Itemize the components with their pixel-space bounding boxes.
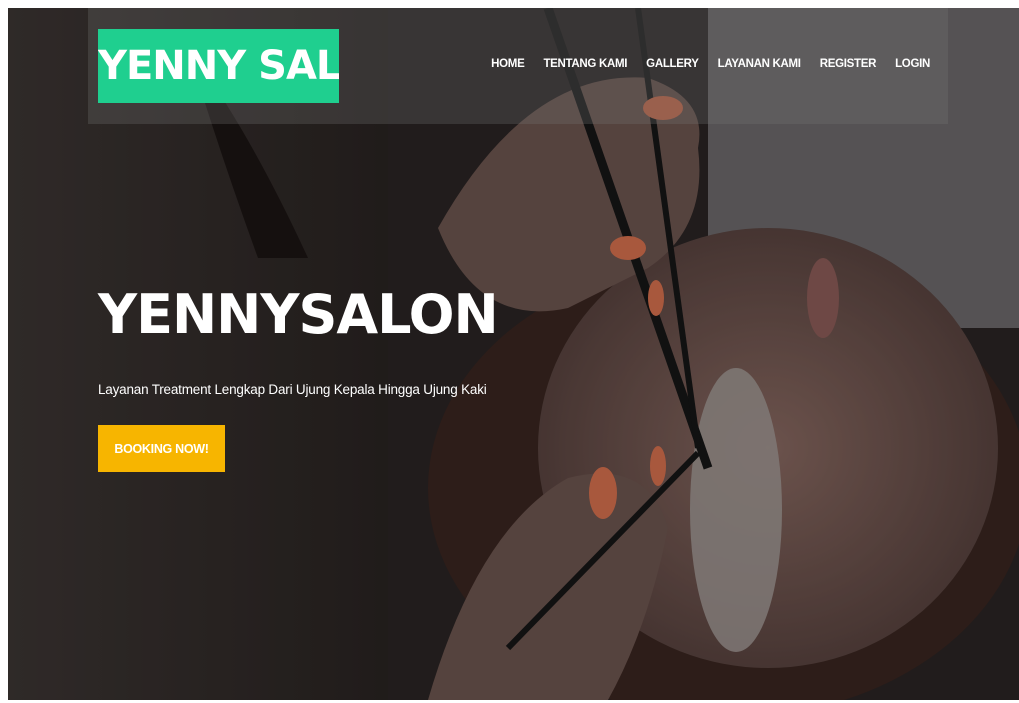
salon-logo[interactable]: YENNY SALON <box>98 29 339 103</box>
nav-tentang-kami-link[interactable]: TENTANG KAMI <box>543 58 627 70</box>
nav-menu: HOME TENTANG KAMI GALLERY LAYANAN KAMI R… <box>491 58 930 70</box>
nav-layanan-kami-link[interactable]: LAYANAN KAMI <box>718 58 801 70</box>
nav-home-link[interactable]: HOME <box>491 58 525 70</box>
hero-subtitle: Layanan Treatment Lengkap Dari Ujung Kep… <box>98 382 487 397</box>
booking-now-button[interactable]: BOOKING NOW! <box>98 425 225 472</box>
top-navbar: YENNY SALON HOME TENTANG KAMI GALLERY LA… <box>88 8 948 124</box>
nav-gallery-link[interactable]: GALLERY <box>646 58 699 70</box>
hero-title: YENNYSALON <box>98 283 499 346</box>
hero-section: YENNY SALON HOME TENTANG KAMI GALLERY LA… <box>8 8 1019 700</box>
nav-login-link[interactable]: LOGIN <box>895 58 930 70</box>
nav-register-link[interactable]: REGISTER <box>820 58 877 70</box>
